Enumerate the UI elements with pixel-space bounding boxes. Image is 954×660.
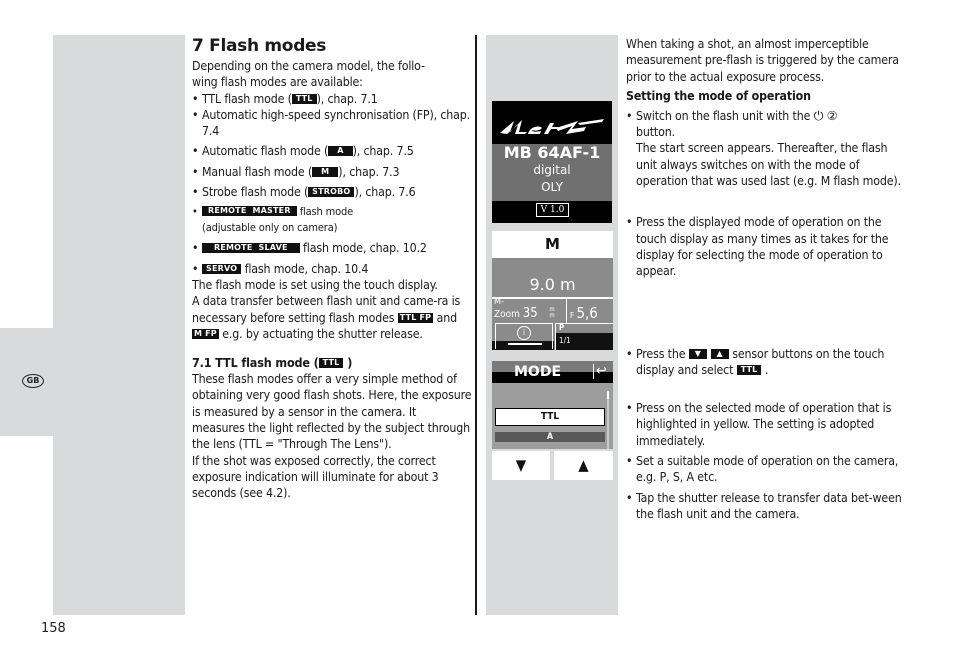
mode-button[interactable]: M <box>492 231 613 258</box>
remote-master-tag: REMOTE MASTER <box>202 206 297 217</box>
scrollbar-track[interactable] <box>607 399 609 449</box>
list-item: SERVO flash mode, chap. 10.4 <box>192 261 472 278</box>
version-label: V 1.0 <box>536 203 569 217</box>
section-paragraph: If the shot was exposed correctly, the c… <box>192 453 439 501</box>
divider <box>566 299 567 323</box>
section-title: 7.1 TTL flash mode (TTL ) <box>192 355 353 371</box>
zoom-unit: mm <box>549 306 555 319</box>
divider <box>593 364 594 379</box>
data-transfer-text: A data transfer between flash unit and c… <box>192 294 461 341</box>
m-fp-tag: M FP <box>192 328 219 339</box>
touch-display-text: The flash mode is set using the touch di… <box>192 277 438 292</box>
left-margin-strip <box>53 35 185 615</box>
model-line-1: digital <box>533 163 571 177</box>
power-fraction: 1/1 <box>559 336 571 345</box>
m-tag: M <box>312 166 339 177</box>
ttl-tag: TTL <box>291 93 317 104</box>
down-arrow-icon: ▼ <box>688 348 708 359</box>
down-button[interactable]: ▼ <box>492 451 550 480</box>
list-item: Press the displayed mode of operation on… <box>626 214 906 279</box>
back-icon[interactable]: ↩ <box>596 361 607 381</box>
mode-title: MODE <box>514 364 562 380</box>
start-screen: MB 64AF-1 digital OLY V 1.0 <box>492 101 612 223</box>
page-number: 158 <box>41 621 66 636</box>
language-badge: GB <box>22 374 44 388</box>
list-item: Automatic high-speed synchronisation (FP… <box>192 107 472 140</box>
right-column: When taking a shot, an almost impercepti… <box>626 36 906 522</box>
section-paragraph: These flash modes offer a very simple me… <box>192 372 472 452</box>
mode-option-selected[interactable]: TTL <box>495 408 605 426</box>
button-number-icon: ② <box>826 108 838 123</box>
column-divider <box>475 35 477 615</box>
strobo-tag: STROBO <box>308 187 355 198</box>
mode-list: TTL A <box>492 383 613 449</box>
model-name: MB 64AF-1 <box>503 143 601 162</box>
left-column: 7 Flash modes Depending on the camera mo… <box>192 36 472 502</box>
servo-tag: SERVO <box>202 263 242 274</box>
mode-option[interactable]: A <box>495 432 605 442</box>
mode-header: MODE ↩ <box>492 361 613 383</box>
program-label: P <box>559 323 565 332</box>
section-heading: Setting the mode of operation <box>626 88 811 103</box>
a-tag: A <box>328 146 353 157</box>
divider <box>492 297 613 299</box>
list-item: Press on the selected mode of operation … <box>626 400 906 449</box>
info-button[interactable]: i <box>495 323 553 349</box>
ttl-tag: TTL <box>736 364 762 375</box>
instruction-list: Switch on the flash unit with the ⏻ ②but… <box>626 108 906 522</box>
remote-slave-tag: REMOTE SLAVE <box>202 243 300 254</box>
list-item: TTL flash mode (TTL), chap. 7.1 <box>192 91 472 108</box>
list-item: Strobe flash mode (STROBO), chap. 7.6 <box>192 184 472 201</box>
mode-select-screen: MODE ↩ TTL A ▼ ▲ <box>492 361 613 480</box>
program-button[interactable]: P 1/1 <box>555 323 613 350</box>
list-item: REMOTE MASTER flash mode(adjustable only… <box>192 204 472 236</box>
chapter-title: 7 Flash modes <box>192 36 327 56</box>
list-item: Switch on the flash unit with the ⏻ ②but… <box>626 108 906 189</box>
model-band: MB 64AF-1 digital OLY <box>492 144 612 201</box>
list-item: Press the ▼ ▲ sensor buttons on the touc… <box>626 346 906 379</box>
list-item: Set a suitable mode of operation on the … <box>626 453 906 486</box>
zoom-mode-label: M- <box>494 297 504 307</box>
info-icon: i <box>517 326 531 340</box>
zoom-readout[interactable]: Zoom 35 <box>494 307 538 322</box>
intro-text: Depending on the camera model, the follo… <box>192 59 425 90</box>
up-button[interactable]: ▲ <box>554 451 613 480</box>
model-line-2: OLY <box>541 180 563 194</box>
power-icon: ⏻ <box>813 108 824 123</box>
list-item: Manual flash mode (M), chap. 7.3 <box>192 164 472 181</box>
info-underline <box>508 343 542 345</box>
metz-logo <box>500 119 604 134</box>
list-item: Automatic flash mode (A), chap. 7.5 <box>192 143 472 160</box>
up-arrow-icon: ▲ <box>710 348 729 359</box>
list-item: Tap the shutter release to transfer data… <box>626 490 906 523</box>
flash-mode-list: TTL flash mode (TTL), chap. 7.1 Automati… <box>192 91 472 278</box>
scrollbar-thumb[interactable] <box>607 391 609 399</box>
distance-readout: 9.0 m <box>529 275 576 294</box>
intro-text: When taking a shot, an almost impercepti… <box>626 37 899 84</box>
list-item: REMOTE SLAVE flash mode, chap. 10.2 <box>192 240 472 257</box>
m-mode-screen: M 9.0 m M- Zoom 35 mm F 5,6 i P 1/1 <box>492 231 613 350</box>
ttl-fp-tag: TTL FP <box>397 312 434 323</box>
ttl-tag: TTL <box>318 358 344 369</box>
